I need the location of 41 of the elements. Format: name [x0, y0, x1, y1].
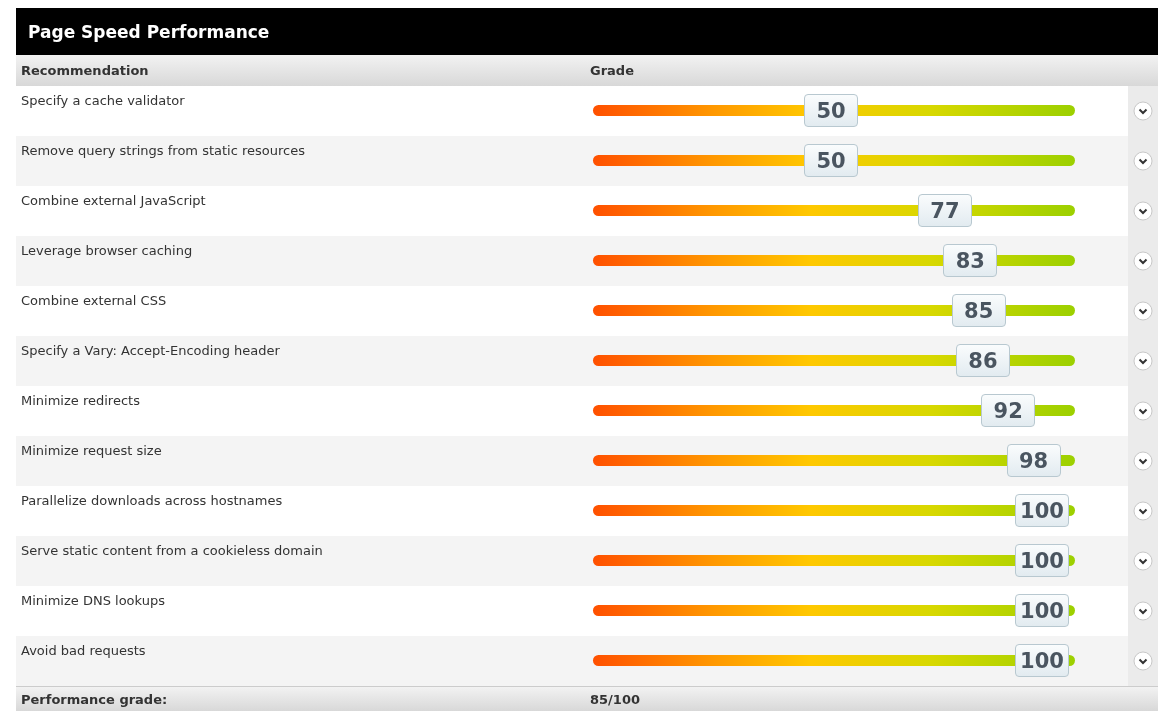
grade-thumb: 50 [804, 144, 858, 177]
grade-thumb: 100 [1015, 594, 1069, 627]
expand-icon[interactable] [1133, 451, 1153, 471]
panel-title: Page Speed Performance [28, 21, 270, 42]
grade-thumb: 85 [951, 294, 1006, 327]
footer-value: 85/100 [590, 691, 641, 707]
grade-thumb: 86 [955, 344, 1010, 377]
expand-icon[interactable] [1133, 401, 1153, 421]
expand-icon[interactable] [1133, 301, 1153, 321]
recommendation-text: Specify a Vary: Accept-Encoding header [20, 342, 281, 360]
grade-thumb: 100 [1015, 544, 1069, 577]
expand-icon[interactable] [1133, 651, 1153, 671]
expand-icon[interactable] [1133, 501, 1153, 521]
recommendation-text: Remove query strings from static resources [20, 142, 306, 160]
recommendation-text: Serve static content from a cookieless domain [20, 542, 324, 560]
grade-thumb: 92 [981, 394, 1036, 427]
expand-icon[interactable] [1133, 251, 1153, 271]
expand-icon[interactable] [1133, 351, 1153, 371]
grade-thumb: 100 [1015, 494, 1069, 527]
grade-thumb: 50 [804, 94, 858, 127]
footer-label: Performance grade: [20, 691, 169, 707]
recommendation-text: Minimize DNS lookups [20, 592, 166, 610]
grade-thumb: 100 [1015, 644, 1069, 677]
recommendation-text: Avoid bad requests [20, 642, 147, 660]
recommendation-text: Specify a cache validator [20, 92, 186, 110]
grade-thumb: 77 [917, 194, 972, 227]
expand-icon[interactable] [1133, 101, 1153, 121]
grade-thumb: 98 [1006, 444, 1061, 477]
expand-icon[interactable] [1133, 151, 1153, 171]
expand-icon[interactable] [1133, 201, 1153, 221]
recommendation-text: Leverage browser caching [20, 242, 194, 260]
expand-icon[interactable] [1133, 551, 1153, 571]
grade-thumb: 83 [943, 244, 998, 277]
column-header: Recommendation [20, 63, 150, 78]
recommendation-text: Minimize request size [20, 442, 163, 460]
recommendation-text: Minimize redirects [20, 392, 141, 410]
recommendation-text: Combine external CSS [20, 292, 168, 310]
recommendation-text: Parallelize downloads across hostnames [20, 492, 284, 510]
column-header: Grade [590, 63, 635, 78]
recommendation-text: Combine external JavaScript [20, 192, 207, 210]
expand-icon[interactable] [1133, 601, 1153, 621]
